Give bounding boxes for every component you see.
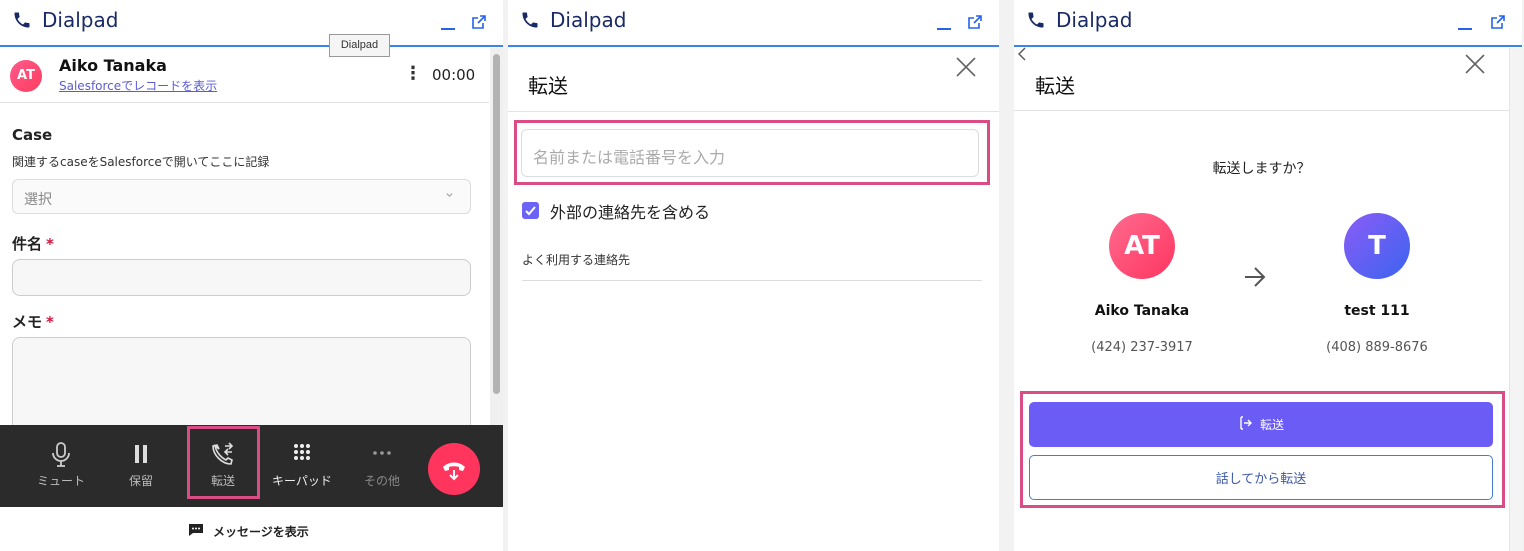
talk-then-transfer-button[interactable]: 話してから転送	[1029, 455, 1493, 500]
minimize-icon[interactable]	[1458, 16, 1472, 30]
from-name: Aiko Tanaka	[1094, 303, 1190, 319]
title-bar: Dialpad	[0, 0, 503, 47]
keypad-label: キーパッド	[272, 474, 332, 488]
popout-icon[interactable]	[967, 14, 983, 34]
close-icon[interactable]	[1464, 53, 1486, 79]
hangup-icon	[441, 458, 467, 486]
show-messages-bar[interactable]: メッセージを表示	[0, 507, 503, 551]
active-call-panel: Dialpad Dialpad AT Aiko Tanaka Salesforc…	[0, 0, 503, 551]
avatar: T	[1344, 213, 1410, 279]
arrow-right-icon	[1243, 266, 1267, 292]
subject-label-text: 件名	[12, 235, 43, 253]
subject-label: 件名 *	[12, 233, 54, 254]
case-select[interactable]: 選択	[12, 179, 471, 214]
case-label: Case	[12, 126, 53, 144]
to-name: test 111	[1344, 303, 1410, 319]
popout-icon[interactable]	[471, 14, 487, 34]
mute-button[interactable]: ミュート	[31, 425, 91, 507]
transfer-button-label: 転送	[1259, 418, 1284, 432]
transfer-button[interactable]: 転送	[1029, 402, 1493, 447]
caller-name: Aiko Tanaka	[59, 56, 167, 75]
microphone-icon	[31, 442, 91, 468]
search-highlight	[514, 120, 990, 185]
app-title: Dialpad	[42, 8, 119, 32]
more-label: その他	[363, 474, 400, 488]
keypad-icon	[272, 442, 332, 468]
required-mark: *	[46, 313, 54, 331]
minimize-icon[interactable]	[937, 16, 951, 30]
sheet-title: 転送	[1035, 74, 1075, 98]
transfer-search-panel: Dialpad 転送 名前または電話番号を入力 外部の連絡先を含める よく利用す…	[508, 0, 999, 551]
scrollbar[interactable]	[1509, 48, 1522, 551]
more-menu-button[interactable]: ⋮	[404, 65, 422, 83]
title-bar: Dialpad	[508, 0, 999, 47]
case-hint: 関連するcaseをSalesforceで開いてここに記録	[12, 155, 270, 169]
divider	[508, 111, 999, 112]
transfer-confirm-panel: Dialpad 転送 転送しますか？ AT T Aiko Tanaka test…	[1014, 0, 1522, 551]
phone-icon	[520, 10, 540, 34]
scrollbar-thumb[interactable]	[493, 54, 500, 394]
more-button[interactable]: その他	[352, 425, 412, 507]
call-timer: 00:00	[432, 66, 476, 84]
hold-label: 保留	[128, 474, 153, 488]
minimize-icon[interactable]	[441, 16, 455, 30]
keypad-button[interactable]: キーパッド	[272, 425, 332, 507]
required-mark: *	[46, 235, 54, 253]
subject-input[interactable]	[12, 259, 471, 296]
avatar: AT	[1109, 213, 1175, 279]
call-header: AT Aiko Tanaka Salesforceでレコードを表示 ⋮ 00:0…	[0, 48, 489, 103]
pause-icon	[111, 442, 171, 468]
memo-label-text: メモ	[12, 313, 43, 331]
divider	[1014, 110, 1509, 111]
chevron-down-icon	[445, 189, 454, 202]
popout-icon[interactable]	[1490, 14, 1506, 34]
transfer-highlight	[187, 426, 260, 499]
mute-label: ミュート	[36, 474, 85, 488]
title-bar: Dialpad	[1014, 0, 1522, 47]
salesforce-record-link[interactable]: Salesforceでレコードを表示	[59, 77, 217, 94]
to-number: (408) 889-8676	[1326, 340, 1428, 355]
frequent-contacts-heading: よく利用する連絡先	[522, 253, 631, 267]
app-title: Dialpad	[1056, 8, 1133, 32]
hold-button[interactable]: 保留	[111, 425, 171, 507]
more-icon	[352, 442, 412, 468]
case-select-value: 選択	[24, 192, 52, 208]
sheet-title: 転送	[528, 74, 568, 98]
include-external-label[interactable]: 外部の連絡先を含める	[550, 199, 710, 223]
transfer-question: 転送しますか？	[1212, 161, 1311, 177]
from-number: (424) 237-3917	[1091, 340, 1193, 355]
avatar: AT	[10, 60, 42, 92]
divider	[522, 280, 982, 281]
scrollbar[interactable]	[490, 48, 503, 428]
include-external-checkbox[interactable]	[522, 202, 539, 219]
close-icon[interactable]	[955, 56, 977, 82]
app-title: Dialpad	[550, 8, 627, 32]
transfer-arrow-icon	[1238, 416, 1252, 433]
message-icon	[188, 522, 204, 541]
memo-textarea[interactable]	[12, 337, 471, 432]
hangup-button[interactable]	[428, 443, 480, 495]
show-messages-label: メッセージを表示	[213, 525, 309, 539]
phone-icon	[1026, 10, 1046, 34]
memo-label: メモ *	[12, 311, 54, 332]
phone-icon	[12, 10, 32, 34]
back-chevron-icon[interactable]	[1016, 46, 1028, 66]
